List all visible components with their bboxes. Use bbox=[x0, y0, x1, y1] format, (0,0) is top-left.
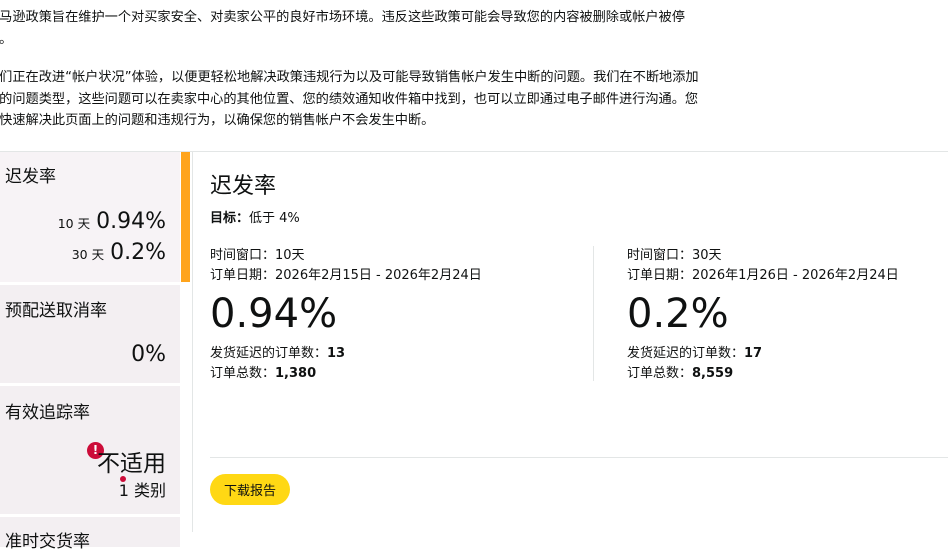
metric-row-value: 0% bbox=[131, 342, 166, 367]
metric-row-category: 1 类别 bbox=[118, 481, 166, 500]
late-orders-count: 发货延迟的订单数：13 bbox=[210, 346, 346, 361]
panel-border bbox=[192, 152, 193, 532]
selected-indicator bbox=[181, 152, 190, 282]
metric-card-valid-tracking[interactable]: 有效追踪率 ! 不适用 1 类别 bbox=[0, 386, 180, 514]
order-date-range: 订单日期：2026年2月15日 - 2026年2月24日 bbox=[210, 268, 482, 283]
time-window: 时间窗口：30天 bbox=[627, 248, 722, 263]
metric-card-title: 迟发率 bbox=[5, 167, 56, 187]
total-orders-count: 订单总数：8,559 bbox=[627, 366, 734, 381]
rate-value: 0.94% bbox=[210, 291, 338, 337]
column-divider bbox=[593, 246, 594, 381]
time-window: 时间窗口：10天 bbox=[210, 248, 305, 263]
metric-row-status: 不适用 bbox=[97, 451, 166, 477]
footer-divider bbox=[210, 457, 948, 458]
metric-column-30-day: 时间窗口：30天 订单日期：2026年1月26日 - 2026年2月24日 0.… bbox=[627, 246, 899, 384]
metric-row-30-day: 30 天 0.2% bbox=[71, 240, 166, 265]
late-orders-count: 发货延迟的订单数：17 bbox=[627, 346, 763, 361]
order-date-range: 订单日期：2026年1月26日 - 2026年2月24日 bbox=[627, 268, 899, 283]
metric-card-title: 有效追踪率 bbox=[5, 403, 90, 423]
metric-card-title: 准时交货率 bbox=[5, 532, 90, 552]
metric-card-pre-fulfillment-cancel[interactable]: 预配送取消率 0% bbox=[0, 285, 180, 383]
metric-card-title: 预配送取消率 bbox=[5, 301, 107, 321]
policy-intro-paragraph-1: 亚马逊政策旨在维护一个对买家安全、对卖家公平的良好市场环境。违反这些政策可能会导… bbox=[0, 10, 685, 47]
rate-value: 0.2% bbox=[627, 291, 729, 337]
metric-column-10-day: 时间窗口：10天 订单日期：2026年2月15日 - 2026年2月24日 0.… bbox=[210, 246, 482, 384]
target-text: 目标：低于 4% bbox=[210, 211, 300, 226]
metric-card-late-shipment[interactable]: 迟发率 10 天 0.94% 30 天 0.2% bbox=[0, 152, 180, 282]
metric-row-10-day: 10 天 0.94% bbox=[57, 209, 166, 234]
detail-title: 迟发率 bbox=[210, 174, 277, 199]
metric-card-on-time-delivery[interactable]: 准时交货率 bbox=[0, 517, 180, 552]
policy-intro-paragraph-2: 我们正在改进“帐户状况”体验，以便更轻松地解决政策违规行为以及可能导致销售帐户发… bbox=[0, 70, 699, 128]
download-report-button[interactable]: 下载报告 bbox=[210, 474, 290, 505]
total-orders-count: 订单总数：1,380 bbox=[210, 366, 317, 381]
metrics-sidebar: 迟发率 10 天 0.94% 30 天 0.2% 预配送取消率 0% 有效追踪率… bbox=[0, 152, 190, 552]
